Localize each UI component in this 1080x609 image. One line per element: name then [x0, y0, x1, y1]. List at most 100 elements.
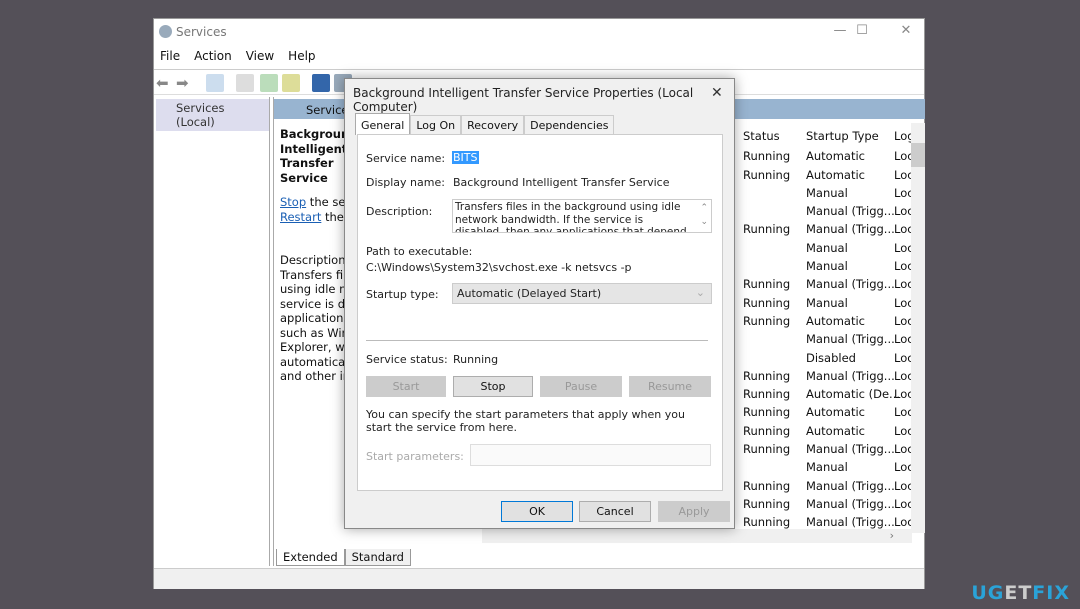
restart-link[interactable]: Restart	[280, 210, 321, 224]
apply-button[interactable]: Apply	[658, 501, 730, 522]
minimize-button[interactable]: —	[830, 23, 850, 41]
description-line: service is disabled,	[280, 296, 346, 311]
row-status: Running	[743, 405, 791, 420]
description-line: Transfers files in the	[280, 267, 346, 282]
stop-link[interactable]: Stop	[280, 195, 306, 209]
tree-label: Services (Local)	[176, 101, 225, 129]
menu-action[interactable]: Action	[194, 49, 232, 63]
close-button[interactable]: ✕	[896, 23, 916, 41]
column-log-on-as[interactable]: Log On As	[894, 127, 912, 145]
row-startup-type: Manual	[806, 185, 848, 200]
back-icon[interactable]: ⬅	[156, 74, 174, 92]
startup-type-select[interactable]: Automatic (Delayed Start) ⌄	[452, 283, 712, 304]
row-startup-type: Automatic	[806, 313, 865, 328]
display-name-label: Display name:	[366, 176, 445, 189]
tab-standard[interactable]: Standard	[344, 549, 411, 566]
tab-extended[interactable]: Extended	[276, 549, 345, 566]
row-status: Running	[743, 368, 791, 383]
row-startup-type: Manual	[806, 295, 848, 310]
tab-recovery[interactable]: Recovery	[461, 115, 525, 135]
console-tree: Services (Local)	[154, 97, 270, 566]
pause-button[interactable]: Pause	[540, 376, 622, 397]
services-icon	[159, 25, 172, 38]
description-line: automatically	[280, 354, 346, 369]
row-startup-type: Manual	[806, 240, 848, 255]
start-parameters-input[interactable]	[470, 444, 711, 466]
tab-dependencies[interactable]: Dependencies	[524, 115, 615, 135]
row-startup-type: Manual (Trigg...	[806, 368, 895, 383]
row-startup-type: Manual (Trigg...	[806, 204, 895, 219]
row-status: Running	[743, 277, 791, 292]
divider	[366, 340, 708, 341]
path-value: C:\Windows\System32\svchost.exe -k netsv…	[366, 261, 632, 274]
path-label: Path to executable:	[366, 245, 473, 258]
row-startup-type: Automatic (De...	[806, 387, 901, 402]
forward-icon[interactable]: ➡	[176, 74, 194, 92]
tab-general[interactable]: General	[355, 113, 411, 135]
properties-dialog: Background Intelligent Transfer Service …	[344, 78, 735, 529]
row-status: Running	[743, 496, 791, 511]
row-status: Running	[743, 313, 791, 328]
horizontal-scrollbar[interactable]: ›	[482, 529, 912, 543]
extended-description: Background Intelligent Transfer Service …	[280, 127, 346, 384]
row-startup-type: Manual	[806, 259, 848, 274]
menu-help[interactable]: Help	[288, 49, 315, 63]
export-icon[interactable]	[282, 74, 300, 92]
row-status: Running	[743, 295, 791, 310]
row-status: Running	[743, 149, 791, 164]
column-startup-type[interactable]: Startup Type	[806, 127, 879, 145]
description-line: Explorer, will	[280, 340, 346, 354]
service-name-value[interactable]: BITS	[452, 151, 479, 164]
startup-type-label: Startup type:	[366, 288, 439, 301]
ok-button[interactable]: OK	[501, 501, 573, 522]
console-tree-icon[interactable]	[206, 74, 224, 92]
start-button[interactable]: Start	[366, 376, 446, 397]
description-label: Description:	[366, 205, 433, 218]
scroll-up-icon[interactable]: ⌃	[700, 202, 708, 215]
service-name-label: Service name:	[366, 152, 446, 165]
view-tabs: Extended Standard	[276, 549, 411, 566]
row-status: Running	[743, 442, 791, 457]
menu-view[interactable]: View	[246, 49, 274, 63]
cancel-button[interactable]: Cancel	[579, 501, 651, 522]
row-startup-type: Manual (Trigg...	[806, 332, 895, 347]
tree-item-services-local[interactable]: Services (Local)	[156, 99, 269, 131]
row-startup-type: Manual (Trigg...	[806, 277, 895, 292]
row-status: Running	[743, 387, 791, 402]
row-startup-type: Manual (Trigg...	[806, 442, 895, 457]
row-status: Running	[743, 222, 791, 237]
description-line: using idle network	[280, 282, 346, 296]
column-status[interactable]: Status	[743, 127, 780, 145]
help-icon[interactable]	[312, 74, 330, 92]
title-bar: Services — ☐ ✕	[154, 19, 924, 47]
vertical-scrollbar[interactable]	[911, 123, 925, 533]
row-startup-type: Manual (Trigg...	[806, 222, 895, 237]
description-box[interactable]: Transfers files in the background using …	[452, 199, 712, 233]
description-text: Transfers files in theusing idle network…	[280, 268, 346, 384]
menu-bar: File Action View Help	[160, 49, 316, 63]
menu-file[interactable]: File	[160, 49, 180, 63]
tab-log-on[interactable]: Log On	[410, 115, 462, 135]
display-name-value: Background Intelligent Transfer Service	[453, 176, 670, 189]
properties-icon[interactable]	[236, 74, 254, 92]
refresh-icon[interactable]	[260, 74, 278, 92]
resume-button[interactable]: Resume	[629, 376, 711, 397]
scroll-down-icon[interactable]: ⌄	[700, 216, 708, 229]
dialog-tabs: General Log On Recovery Dependencies	[355, 113, 615, 135]
start-parameters-label: Start parameters:	[366, 450, 464, 463]
row-startup-type: Automatic	[806, 405, 865, 420]
maximize-button[interactable]: ☐	[852, 23, 872, 41]
startup-type-value: Automatic (Delayed Start)	[457, 287, 602, 300]
row-startup-type: Automatic	[806, 423, 865, 438]
description-line: applications that	[280, 311, 346, 325]
dialog-close-button[interactable]: ✕	[711, 85, 723, 101]
row-startup-type: Manual (Trigg...	[806, 478, 895, 493]
description-line: and other info	[280, 369, 346, 383]
selected-service-title: Background Intelligent Transfer Service	[280, 127, 346, 185]
row-startup-type: Manual (Trigg...	[806, 496, 895, 511]
stop-button[interactable]: Stop	[453, 376, 533, 397]
dialog-title: Background Intelligent Transfer Service …	[353, 86, 694, 114]
stop-text: the service	[309, 195, 346, 209]
chevron-down-icon: ⌄	[695, 286, 705, 299]
row-status: Running	[743, 423, 791, 438]
